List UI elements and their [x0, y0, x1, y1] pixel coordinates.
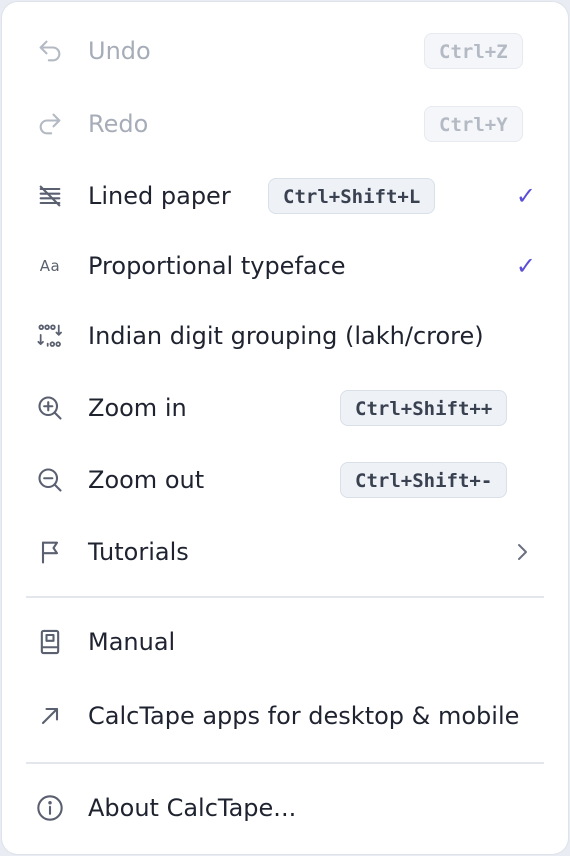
menu-item-label: Indian digit grouping (lakh/crore): [88, 322, 484, 350]
menu-item-label: Zoom in: [88, 394, 187, 422]
shortcut-badge: Ctrl+Z: [424, 33, 523, 69]
menu-item-calctape-apps[interactable]: CalcTape apps for desktop & mobile: [2, 686, 568, 746]
menu-item-label: Proportional typeface: [88, 252, 346, 280]
menu-divider: [26, 762, 544, 764]
checkmark-icon: ✓: [515, 252, 536, 280]
digit-grouping-icon: [32, 318, 68, 354]
menu-item-label: Lined paper: [88, 182, 231, 210]
checkmark-icon: ✓: [515, 182, 536, 210]
redo-icon: [32, 106, 68, 142]
shortcut-badge: Ctrl+Shift+L: [268, 178, 436, 214]
menu-divider: [26, 596, 544, 598]
menu-item-about[interactable]: About CalcTape...: [2, 778, 568, 838]
shortcut-badge: Ctrl+Y: [424, 106, 523, 142]
typeface-icon: Aa: [39, 257, 61, 275]
menu-item-tutorials[interactable]: Tutorials: [2, 522, 568, 582]
zoom-out-icon: [32, 462, 68, 498]
menu-item-lined-paper[interactable]: Lined paper Ctrl+Shift+L ✓: [2, 166, 568, 226]
menu-item-zoom-in[interactable]: Zoom in Ctrl+Shift++: [2, 378, 568, 438]
menu-item-undo[interactable]: Undo Ctrl+Z: [2, 21, 568, 81]
menu-item-label: Undo: [88, 37, 151, 65]
flag-icon: [32, 534, 68, 570]
shortcut-badge: Ctrl+Shift++: [340, 390, 508, 426]
external-arrow-icon: [32, 698, 68, 734]
menu-item-label: Manual: [88, 628, 176, 656]
undo-icon: [32, 33, 68, 69]
zoom-in-icon: [32, 390, 68, 426]
chevron-right-icon: [518, 544, 527, 560]
menu-item-proportional-typeface[interactable]: Aa Proportional typeface ✓: [2, 236, 568, 296]
book-icon: [32, 624, 68, 660]
menu-item-label: Redo: [88, 110, 149, 138]
shortcut-badge: Ctrl+Shift+-: [340, 462, 508, 498]
menu-item-indian-digit-grouping[interactable]: Indian digit grouping (lakh/crore): [2, 306, 568, 366]
menu-item-redo[interactable]: Redo Ctrl+Y: [2, 94, 568, 154]
menu-item-label: About CalcTape...: [88, 794, 297, 822]
menu-item-zoom-out[interactable]: Zoom out Ctrl+Shift+-: [2, 450, 568, 510]
menu-item-manual[interactable]: Manual: [2, 612, 568, 672]
menu-item-label: Tutorials: [88, 538, 189, 566]
menu-item-label: CalcTape apps for desktop & mobile: [88, 702, 520, 730]
info-icon: [32, 790, 68, 826]
lined-paper-icon: [32, 178, 68, 214]
context-menu: Undo Ctrl+Z Redo Ctrl+Y Lined paper Ctrl…: [2, 2, 568, 854]
menu-item-label: Zoom out: [88, 466, 205, 494]
